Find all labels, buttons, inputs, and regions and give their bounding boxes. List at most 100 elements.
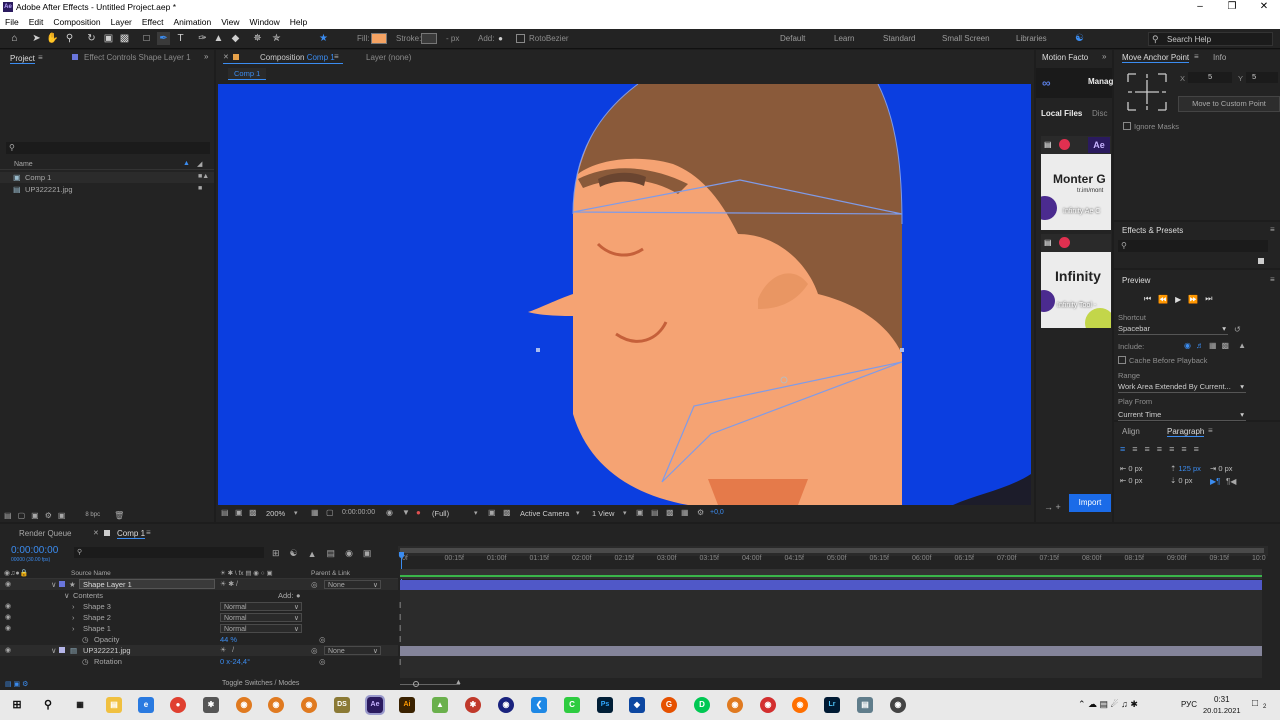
move-anchor-tab[interactable]: Move Anchor Point	[1122, 53, 1190, 63]
timeline-search-input[interactable]: ⚲	[74, 547, 264, 558]
menu-layer[interactable]: Layer	[111, 17, 132, 27]
blender-icon[interactable]: ◉	[727, 697, 743, 713]
visibility-eye-icon[interactable]: ◉	[5, 613, 11, 621]
parent-select[interactable]: None ∨	[324, 580, 381, 589]
info-tab[interactable]: Info	[1213, 53, 1226, 62]
menu-edit[interactable]: Edit	[29, 17, 44, 27]
composition-tab[interactable]: Composition Comp 1	[260, 53, 335, 62]
blender-icon[interactable]: ◉	[236, 697, 252, 713]
daz-studio-icon[interactable]: DS	[334, 697, 350, 713]
layer-row-shape-layer-1[interactable]: ◉ ∨ ★ Shape Layer 1 ☀ ✱ / ◎ None ∨	[0, 579, 398, 590]
first-frame-icon[interactable]: ⏮	[1144, 294, 1151, 304]
chrome-icon[interactable]: ●	[170, 697, 186, 713]
preset-card-monter[interactable]: ▤ Ae Monter G tr.im/mont Infinity Ae C	[1041, 136, 1111, 230]
import-button[interactable]: Import	[1069, 494, 1111, 512]
clone-stamp-icon[interactable]: ▲	[212, 32, 225, 45]
align-right-icon[interactable]: ≡	[1145, 444, 1150, 454]
blend-mode-select[interactable]: Normal ∨	[220, 613, 302, 622]
visibility-eye-icon[interactable]: ◉	[5, 602, 11, 610]
bpc-label[interactable]: 8 bpc	[85, 512, 100, 518]
color-channel-icon[interactable]: ●	[416, 508, 421, 517]
add-icon[interactable]: → +	[1044, 502, 1061, 512]
label-color-icon[interactable]	[59, 581, 65, 587]
next-frame-icon[interactable]: ⏩	[1188, 295, 1198, 304]
menu-icon[interactable]: ≡	[334, 52, 339, 61]
collapse-arrow-icon[interactable]: ›	[72, 602, 75, 611]
view-layout-select[interactable]: 1 View	[592, 509, 614, 518]
mask-visibility-icon[interactable]: ▢	[326, 508, 334, 517]
project-item-footage[interactable]: ▤ UP322221.jpg ■	[0, 184, 214, 195]
puppet-tool-icon[interactable]: ✯	[270, 32, 283, 45]
workspace-small-screen[interactable]: Small Screen	[942, 34, 990, 43]
rotation-value[interactable]: 0 x-24,4°	[220, 657, 250, 666]
close-tab-icon[interactable]: ✕	[223, 53, 229, 61]
collapse-arrow-icon[interactable]: ›	[72, 613, 75, 622]
ignore-masks-checkbox[interactable]	[1123, 122, 1131, 130]
comp1-timeline-tab[interactable]: Comp 1	[117, 529, 146, 539]
comp-mini-flow-icon[interactable]: ⊞	[272, 548, 280, 559]
label-color-icon[interactable]	[59, 647, 65, 653]
task-view-icon[interactable]: ▦	[72, 697, 88, 713]
effects-search-input[interactable]: ⚲	[1118, 240, 1268, 252]
space-after-field[interactable]: ⇣ 0 px	[1170, 476, 1193, 485]
sync-icon[interactable]: ☯	[1073, 32, 1086, 45]
eraser-tool-icon[interactable]: ◆	[229, 32, 242, 45]
visibility-eye-icon[interactable]: ◉	[5, 646, 11, 654]
trash-icon[interactable]: 🗑	[114, 511, 124, 520]
effects-presets-tab[interactable]: Effects & Presets	[1122, 226, 1183, 235]
justify-all-icon[interactable]: ≡	[1194, 444, 1199, 454]
indent-left-field[interactable]: ⇤ 0 px	[1120, 464, 1143, 473]
manage-tab[interactable]: Manag	[1088, 77, 1113, 86]
flowchart-icon[interactable]: ▣	[58, 511, 66, 520]
blend-mode-select[interactable]: Normal ∨	[220, 602, 302, 611]
audio-icon[interactable]: ♬	[1196, 341, 1204, 350]
reset-icon[interactable]: ↺	[1234, 325, 1241, 334]
interpret-icon[interactable]: ▤	[4, 511, 12, 520]
overlays-icon[interactable]: ▦	[1209, 341, 1217, 350]
stroke-swatch[interactable]	[421, 33, 437, 44]
home-icon[interactable]: ⌂	[8, 32, 21, 45]
help-search-field[interactable]: ⚲ Search Help	[1148, 32, 1273, 46]
firefox-icon[interactable]: ◉	[792, 697, 808, 713]
panel-overflow-icon[interactable]: »	[204, 52, 208, 61]
brush-tool-icon[interactable]: ✑	[196, 32, 209, 45]
stroke-width[interactable]: - px	[446, 34, 459, 43]
prev-frame-icon[interactable]: ⏪	[1158, 295, 1168, 304]
video-icon[interactable]: ◉	[1184, 341, 1191, 350]
first-line-indent-field[interactable]: ⇤ 0 px	[1120, 476, 1143, 485]
app-icon[interactable]: ✱	[203, 697, 219, 713]
play-from-select[interactable]: Current Time ▾	[1118, 410, 1246, 421]
new-comp-icon[interactable]: ▣	[31, 511, 39, 520]
workspace-learn[interactable]: Learn	[834, 34, 854, 43]
comp-breadcrumb[interactable]: Comp 1	[228, 68, 267, 80]
render-queue-tab[interactable]: Render Queue	[19, 529, 71, 538]
column-name[interactable]: Name	[14, 161, 33, 168]
motion-factory-tab[interactable]: Motion Facto	[1042, 53, 1088, 62]
effect-controls-tab[interactable]: Effect Controls Shape Layer 1	[84, 53, 191, 62]
pan-behind-icon[interactable]: ▩	[118, 32, 131, 45]
stopwatch-icon[interactable]: ◷	[82, 635, 89, 644]
expression-pickwhip-icon[interactable]: ◎	[319, 635, 326, 644]
x-input[interactable]: 5	[1188, 72, 1232, 83]
app-icon[interactable]: ▤	[857, 697, 873, 713]
menu-icon[interactable]: ≡	[38, 53, 43, 62]
app-icon[interactable]: ◆	[629, 697, 645, 713]
menu-effect[interactable]: Effect	[142, 17, 164, 27]
menu-icon[interactable]: ≡	[146, 528, 151, 537]
project-search-input[interactable]: ⚲	[6, 142, 210, 154]
monitor-icon[interactable]: ▣	[235, 508, 243, 517]
blend-mode-select[interactable]: Normal ∨	[220, 624, 302, 633]
footage-layer-bar[interactable]	[400, 646, 1262, 656]
menu-icon[interactable]: ≡	[1208, 426, 1213, 435]
layer-controls-icon[interactable]: ▩	[1222, 341, 1230, 350]
after-effects-icon[interactable]: Ae	[365, 695, 385, 715]
workspace-libraries[interactable]: Libraries	[1016, 34, 1047, 43]
illustrator-icon[interactable]: Ai	[399, 697, 415, 713]
app-icon[interactable]: G	[661, 697, 677, 713]
settings-icon[interactable]: ⚙	[45, 511, 52, 520]
zoom-slider-handle[interactable]	[413, 681, 419, 687]
show-snapshot-icon[interactable]: ▼	[402, 508, 410, 517]
roto-brush-icon[interactable]: ✵	[251, 32, 264, 45]
menu-view[interactable]: View	[221, 17, 239, 27]
draft-3d-icon[interactable]: ▤	[651, 508, 659, 517]
